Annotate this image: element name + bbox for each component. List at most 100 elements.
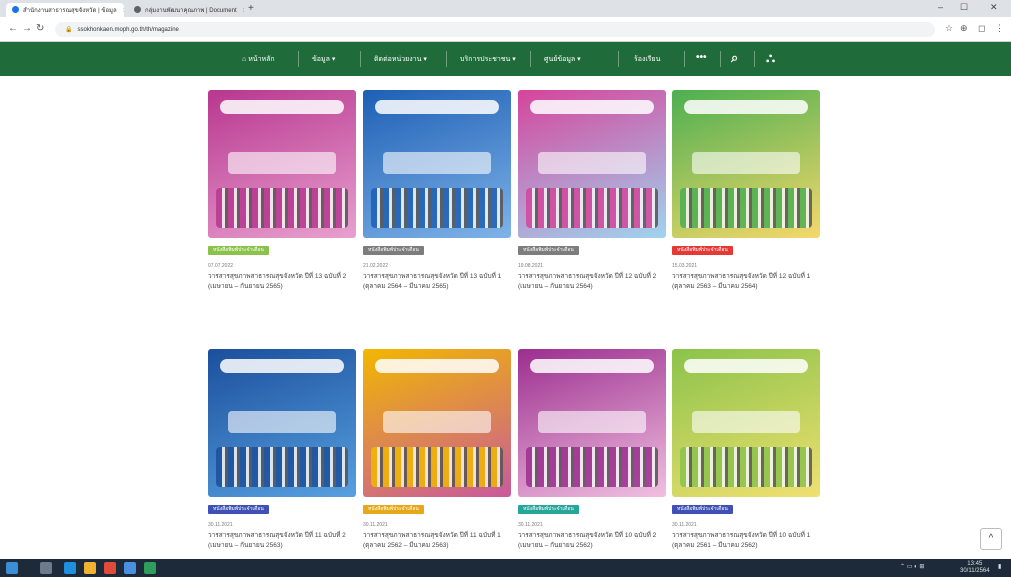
reload-icon[interactable]: ↻ — [36, 23, 44, 34]
site-navbar: ⌂ หน้าหลัก ข้อมูล ▾ ติดต่อหน่วยงาน ▾ บริ… — [0, 42, 1011, 76]
scroll-to-top-button[interactable]: ^ — [980, 528, 1002, 550]
browser-tab-1[interactable]: สำนักงานสาธารณสุขจังหวัด | ข้อมูล ✕ — [6, 3, 124, 17]
explorer-icon[interactable] — [84, 562, 96, 574]
tab-title: กลุ่มงานพัฒนาคุณภาพ | Document — [145, 8, 237, 14]
magazine-card[interactable]: หนังสือพิมพ์ประจำเดือน 30.11.2021 วารสารสุ… — [518, 349, 666, 551]
magazine-card[interactable]: หนังสือพิมพ์ประจำเดือน 30.11.2021 วารสารสุ… — [363, 349, 511, 551]
cover-band — [530, 100, 654, 114]
office-icon[interactable] — [104, 562, 116, 574]
category-badge[interactable]: หนังสือพิมพ์ประจำเดือน — [672, 505, 733, 514]
cover-photo — [216, 188, 348, 228]
magazine-title-link[interactable]: วารสารสุขภาพสาธารณสุขจังหวัด ปีที่ 11 ฉบ… — [363, 531, 511, 551]
magazine-title-link[interactable]: วารสารสุขภาพสาธารณสุขจังหวัด ปีที่ 12 ฉบ… — [672, 272, 820, 292]
menu-icon[interactable]: ⋮ — [995, 23, 1004, 34]
nav-divider — [684, 51, 685, 67]
magazine-cover-image[interactable] — [208, 349, 356, 497]
category-badge[interactable]: หนังสือพิมพ์ประจำเดือน — [208, 505, 269, 514]
magazine-title-link[interactable]: วารสารสุขภาพสาธารณสุขจังหวัด ปีที่ 10 ฉบ… — [518, 531, 666, 551]
tab-title: สำนักงานสาธารณสุขจังหวัด | ข้อมูล — [23, 8, 117, 14]
maximize-button[interactable]: ☐ — [960, 2, 968, 13]
bookmark-star-icon[interactable]: ☆ — [945, 23, 953, 34]
more-menu-button[interactable]: ••• — [696, 52, 707, 63]
chrome-icon[interactable] — [124, 562, 136, 574]
magazine-card[interactable]: หนังสือพิมพ์ประจำเดือน 30.11.2021 วารสารสุ… — [208, 349, 356, 551]
magazine-card[interactable]: หนังสือพิมพ์ประจำเดือน 19.08.2021 วารสารสุ… — [518, 90, 666, 292]
forward-icon[interactable]: → — [22, 23, 32, 34]
nav-divider — [618, 51, 619, 67]
post-date: 30.11.2021 — [672, 522, 697, 528]
cover-headline — [692, 152, 800, 174]
cover-band — [220, 359, 344, 373]
category-badge[interactable]: หนังสือพิมพ์ประจำเดือน — [363, 505, 424, 514]
close-tab-icon[interactable]: ✕ — [243, 8, 244, 14]
back-icon[interactable]: ← — [8, 23, 18, 34]
magazine-cover-image[interactable] — [518, 349, 666, 497]
magazine-cover-image[interactable] — [518, 90, 666, 238]
nav-item-2[interactable]: ติดต่อหน่วยงาน ▾ — [374, 54, 427, 65]
post-date: 19.08.2021 — [518, 263, 544, 269]
magazine-title-link[interactable]: วารสารสุขภาพสาธารณสุขจังหวัด ปีที่ 13 ฉบ… — [363, 272, 511, 292]
browser-toolbar: ← → ↻ 🔒 ssokhonkaen.moph.go.th/th/magazin… — [0, 17, 1011, 42]
category-badge[interactable]: หนังสือพิมพ์ประจำเดือน — [672, 246, 733, 255]
cover-band — [684, 100, 808, 114]
cover-photo — [680, 447, 812, 487]
magazine-card[interactable]: หนังสือพิมพ์ประจำเดือน 07.07.2022 วารสารสุ… — [208, 90, 356, 292]
category-badge[interactable]: หนังสือพิมพ์ประจำเดือน — [208, 246, 269, 255]
nav-item-1[interactable]: ข้อมูล ▾ — [312, 54, 335, 65]
magazine-card[interactable]: หนังสือพิมพ์ประจำเดือน 30.11.2021 วารสารสุ… — [672, 349, 820, 551]
cover-band — [375, 359, 499, 373]
magazine-cover-image[interactable] — [672, 349, 820, 497]
cover-band — [375, 100, 499, 114]
category-badge[interactable]: หนังสือพิมพ์ประจำเดือน — [518, 246, 579, 255]
nav-item-4[interactable]: ศูนย์ข้อมูล ▾ — [544, 54, 581, 65]
close-window-button[interactable]: ✕ — [990, 2, 998, 13]
nav-divider — [360, 51, 361, 67]
cover-photo — [526, 188, 658, 228]
browser-tab-strip: สำนักงานสาธารณสุขจังหวัด | ข้อมูล ✕ กลุ่ม… — [0, 0, 1011, 17]
cover-band — [530, 359, 654, 373]
clock[interactable]: 13:45 30/11/2564 — [960, 561, 990, 575]
magazine-cover-image[interactable] — [363, 349, 511, 497]
category-badge[interactable]: หนังสือพิมพ์ประจำเดือน — [363, 246, 424, 255]
cover-photo — [371, 188, 503, 228]
magazine-card[interactable]: หนังสือพิมพ์ประจำเดือน 15.03.2021 วารสารสุ… — [672, 90, 820, 292]
magazine-cover-image[interactable] — [672, 90, 820, 238]
magazine-title-link[interactable]: วารสารสุขภาพสาธารณสุขจังหวัด ปีที่ 13 ฉบ… — [208, 272, 356, 292]
post-date: 07.07.2022 — [208, 263, 234, 269]
tray-icons[interactable]: ⌃ ▭ ◐ ⊞ — [900, 563, 924, 570]
address-bar[interactable]: 🔒 ssokhonkaen.moph.go.th/th/magazine — [55, 22, 935, 37]
magazine-title-link[interactable]: วารสารสุขภาพสาธารณสุขจังหวัด ปีที่ 12 ฉบ… — [518, 272, 666, 292]
nav-divider — [754, 51, 755, 67]
close-tab-icon[interactable]: ✕ — [123, 8, 124, 14]
search-taskbar-icon[interactable] — [40, 562, 52, 574]
magazine-cover-image[interactable] — [363, 90, 511, 238]
cover-headline — [692, 411, 800, 433]
nav-home[interactable]: ⌂ หน้าหลัก — [242, 54, 275, 65]
nav-item-3[interactable]: บริการประชาชน ▾ — [460, 54, 516, 65]
profile-icon[interactable]: ◻ — [978, 23, 985, 34]
post-date: 30.11.2021 — [518, 522, 543, 528]
nav-item-5[interactable]: ร้องเรียน — [634, 54, 660, 65]
start-icon[interactable] — [6, 562, 18, 574]
app-icon[interactable] — [144, 562, 156, 574]
magazine-title-link[interactable]: วารสารสุขภาพสาธารณสุขจังหวัด ปีที่ 11 ฉบ… — [208, 531, 356, 551]
cover-band — [220, 100, 344, 114]
cover-headline — [383, 152, 491, 174]
nav-divider — [446, 51, 447, 67]
magazine-cover-image[interactable] — [208, 90, 356, 238]
favicon-icon — [134, 6, 141, 13]
extensions-icon[interactable]: ⊕ — [960, 23, 968, 34]
taskbar: ⌃ ▭ ◐ ⊞ 13:45 30/11/2564 ▮ — [0, 559, 1011, 577]
notification-icon[interactable]: ▮ — [998, 563, 1001, 570]
magazine-title-link[interactable]: วารสารสุขภาพสาธารณสุขจังหวัด ปีที่ 10 ฉบ… — [672, 531, 820, 551]
favicon-icon — [12, 6, 19, 13]
sitemap-icon[interactable]: ⛬ — [766, 50, 775, 66]
minimize-button[interactable]: – — [938, 2, 943, 12]
edge-icon[interactable] — [64, 562, 76, 574]
new-tab-button[interactable]: + — [248, 3, 254, 14]
post-date: 30.11.2021 — [208, 522, 233, 528]
search-icon[interactable]: ⌕ — [731, 50, 738, 66]
magazine-card[interactable]: หนังสือพิมพ์ประจำเดือน 21.02.2022 วารสารสุ… — [363, 90, 511, 292]
category-badge[interactable]: หนังสือพิมพ์ประจำเดือน — [518, 505, 579, 514]
browser-tab-2[interactable]: กลุ่มงานพัฒนาคุณภาพ | Document ✕ — [128, 3, 244, 17]
